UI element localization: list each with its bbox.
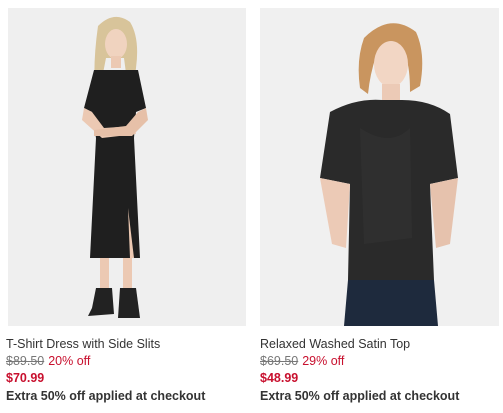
discount-percent: 20% off: [48, 354, 91, 368]
product-info: Relaxed Washed Satin Top $69.50 29% off $…: [260, 336, 503, 404]
product-image-satin-top[interactable]: [260, 8, 499, 326]
promo-message: Extra 50% off applied at checkout: [260, 389, 460, 403]
discount-percent: 29% off: [302, 354, 345, 368]
price-row: $89.50 20% off: [6, 353, 246, 370]
product-card[interactable]: Relaxed Washed Satin Top $69.50 29% off $…: [256, 0, 503, 413]
original-price: $89.50: [6, 354, 45, 368]
sale-price: $48.99: [260, 371, 299, 385]
price-row: $69.50 29% off: [260, 353, 503, 370]
product-name[interactable]: T-Shirt Dress with Side Slits: [6, 336, 246, 353]
product-grid: T-Shirt Dress with Side Slits $89.50 20% …: [0, 0, 503, 413]
original-price: $69.50: [260, 354, 299, 368]
product-name[interactable]: Relaxed Washed Satin Top: [260, 336, 503, 353]
sale-price: $70.99: [6, 371, 45, 385]
top-model-illustration: [260, 8, 499, 326]
product-card[interactable]: T-Shirt Dress with Side Slits $89.50 20% …: [0, 0, 246, 413]
product-info: T-Shirt Dress with Side Slits $89.50 20% …: [6, 336, 246, 404]
dress-model-illustration: [8, 8, 246, 326]
promo-message: Extra 50% off applied at checkout: [6, 389, 206, 403]
product-image-tshirt-dress[interactable]: [8, 8, 246, 326]
